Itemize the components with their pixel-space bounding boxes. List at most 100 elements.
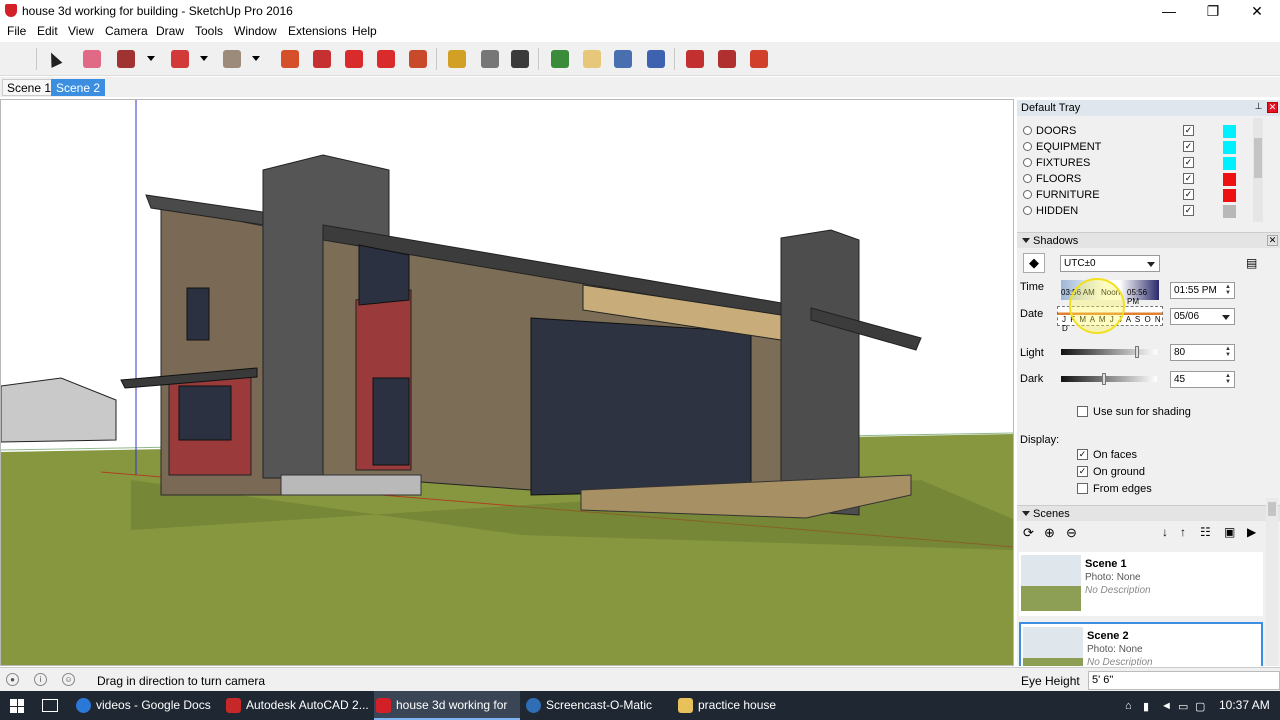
scale-tool-button[interactable] [406,47,430,71]
tags-scrollbar[interactable] [1253,118,1263,222]
scene-card-2[interactable]: Scene 2 Photo: None No Description [1019,622,1263,666]
light-slider[interactable] [1061,346,1157,358]
notifications-icon[interactable]: ▢ [1195,700,1205,713]
close-button[interactable]: ✕ [1235,0,1279,22]
menu-file[interactable]: File [7,24,26,38]
pencil-tool-button[interactable] [114,47,138,71]
update-scene-icon[interactable]: ⟳ [1023,525,1034,541]
rectangle-tool-button[interactable] [220,47,244,71]
taskbar-item-sketchup[interactable]: house 3d working for ... [374,691,520,720]
scene-menu-icon[interactable]: ▶ [1247,525,1256,539]
dark-slider[interactable] [1061,373,1157,385]
menu-help[interactable]: Help [352,24,377,38]
minimize-button[interactable]: — [1147,0,1191,22]
arc-dropdown-icon[interactable] [200,56,208,61]
windows-start-icon[interactable] [10,699,24,713]
from-edges-checkbox[interactable] [1077,483,1088,494]
tape-measure-tool-button[interactable] [445,47,469,71]
tray-close-icon[interactable]: ✕ [1267,102,1278,113]
keyboard-icon[interactable]: ▭ [1178,700,1188,713]
add-scene-icon[interactable]: ⊕ [1044,525,1055,541]
credits-icon[interactable]: i [34,673,47,686]
tag-row-hidden[interactable]: HIDDEN ✓ [1021,203,1261,219]
light-spinner-icon[interactable]: ▲ ▼ [1223,346,1233,359]
menu-edit[interactable]: Edit [37,24,58,38]
active-tag-radio[interactable] [1023,174,1032,183]
tag-row-equipment[interactable]: EQUIPMENT ✓ [1021,139,1261,155]
tag-visible-checkbox[interactable]: ✓ [1183,125,1194,136]
tag-visible-checkbox[interactable]: ✓ [1183,205,1194,216]
tag-row-fixtures[interactable]: FIXTURES ✓ [1021,155,1261,171]
remove-scene-icon[interactable]: ⊖ [1066,525,1077,541]
tag-row-doors[interactable]: DOORS ✓ [1021,123,1261,139]
tray-scrollbar[interactable] [1266,498,1278,666]
tag-color-swatch[interactable] [1223,125,1236,138]
time-input[interactable]: 01:55 PM ▲ ▼ [1170,282,1235,299]
paint-bucket-tool-button[interactable] [508,47,532,71]
date-select[interactable]: 05/06 [1170,308,1235,325]
menu-extensions[interactable]: Extensions [288,24,347,38]
active-tag-radio[interactable] [1023,158,1032,167]
light-input[interactable]: 80 ▲ ▼ [1170,344,1235,361]
tag-row-floors[interactable]: FLOORS ✓ [1021,171,1261,187]
move-tool-button[interactable] [342,47,366,71]
model-viewport[interactable] [0,99,1014,666]
tag-color-swatch[interactable] [1223,189,1236,202]
time-spinner-icon[interactable]: ▲ ▼ [1223,284,1233,297]
rectangle-dropdown-icon[interactable] [252,56,260,61]
arc-tool-button[interactable] [168,47,192,71]
collapse-triangle-icon[interactable] [1022,238,1030,243]
scene-tab-2[interactable]: Scene 2 [51,79,106,96]
collapse-triangle-icon[interactable] [1022,511,1030,516]
eraser-tool-button[interactable] [80,47,104,71]
menu-camera[interactable]: Camera [105,24,148,38]
menu-window[interactable]: Window [234,24,277,38]
share-model-button[interactable] [747,47,771,71]
follow-me-tool-button[interactable] [310,47,334,71]
rotate-tool-button[interactable] [374,47,398,71]
taskbar-item-google-docs[interactable]: videos - Google Docs ... [74,691,220,720]
3d-warehouse-button[interactable] [683,47,707,71]
tag-color-swatch[interactable] [1223,157,1236,170]
active-tag-radio[interactable] [1023,190,1032,199]
tray-scrollbar-thumb[interactable] [1268,502,1276,516]
menu-tools[interactable]: Tools [195,24,223,38]
select-tool-button[interactable] [42,47,66,71]
taskbar-item-autocad[interactable]: Autodesk AutoCAD 2... [224,691,370,720]
active-tag-radio[interactable] [1023,126,1032,135]
on-faces-checkbox[interactable]: ✓ [1077,449,1088,460]
scene-tab-1[interactable]: Scene 1 [2,79,57,96]
shadows-close-icon[interactable]: ✕ [1267,235,1278,246]
use-sun-checkbox[interactable] [1077,406,1088,417]
active-tag-radio[interactable] [1023,142,1032,151]
pencil-dropdown-icon[interactable] [147,56,155,61]
dark-slider-thumb[interactable] [1102,373,1107,385]
scenes-panel-header[interactable]: Scenes ✕ [1017,505,1280,521]
menu-draw[interactable]: Draw [156,24,184,38]
light-slider-thumb[interactable] [1134,346,1139,358]
shadows-panel-header[interactable]: Shadows ✕ [1017,232,1280,248]
tag-visible-checkbox[interactable]: ✓ [1183,189,1194,200]
taskbar-item-practice-house[interactable]: practice house [676,691,822,720]
move-scene-up-icon[interactable]: ↑ [1180,525,1186,539]
tag-visible-checkbox[interactable]: ✓ [1183,141,1194,152]
view-options-icon[interactable]: ☷ [1200,525,1211,539]
toggle-shadows-icon[interactable]: ◆ [1023,253,1045,273]
tag-color-swatch[interactable] [1223,141,1236,154]
menu-view[interactable]: View [68,24,94,38]
dark-spinner-icon[interactable]: ▲ ▼ [1223,373,1233,386]
tag-visible-checkbox[interactable]: ✓ [1183,173,1194,184]
push-pull-tool-button[interactable] [278,47,302,71]
tag-visible-checkbox[interactable]: ✓ [1183,157,1194,168]
shadow-details-icon[interactable]: ▤ [1246,256,1257,270]
network-icon[interactable]: ▮ [1143,700,1149,713]
pan-tool-button[interactable] [580,47,604,71]
move-scene-down-icon[interactable]: ↓ [1162,525,1168,539]
active-tag-radio[interactable] [1023,206,1032,215]
scene-card-1[interactable]: Scene 1 Photo: None No Description [1019,552,1263,616]
tag-color-swatch[interactable] [1223,173,1236,186]
people-icon[interactable]: ⌂ [1125,700,1132,712]
orbit-tool-button[interactable] [548,47,572,71]
geo-location-icon[interactable]: ● [6,673,19,686]
volume-icon[interactable]: ◄ [1161,700,1172,712]
